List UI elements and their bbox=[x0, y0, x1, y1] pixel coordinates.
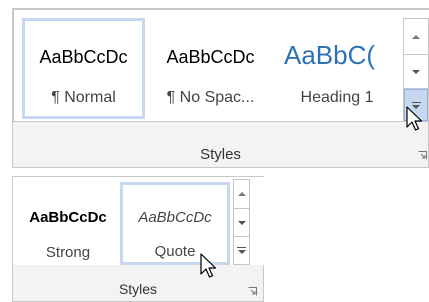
dialog-launcher-icon[interactable] bbox=[418, 151, 427, 160]
scroll-up-button-small[interactable] bbox=[234, 180, 249, 209]
style-tile-normal[interactable]: AaBbCcDc ¶ Normal bbox=[22, 18, 145, 119]
mouse-pointer-icon bbox=[406, 106, 423, 131]
styles-group-large: AaBbCcDc ¶ Normal AaBbCcDc ¶ No Spac... … bbox=[12, 8, 429, 168]
chevron-down-icon bbox=[412, 69, 420, 74]
group-label-styles-large: Styles bbox=[200, 146, 241, 163]
style-sample-quote: AaBbCcDc bbox=[138, 209, 212, 226]
scroll-down-button-small[interactable] bbox=[234, 209, 249, 237]
chevron-up-icon bbox=[412, 34, 420, 39]
styles-gallery-small: AaBbCcDc Strong AaBbCcDc Quote bbox=[13, 177, 265, 265]
scroll-up-button-large[interactable] bbox=[404, 19, 428, 55]
gallery-scrollbar-small bbox=[233, 179, 250, 265]
styles-group-small: AaBbCcDc Strong AaBbCcDc Quote Styles bbox=[12, 176, 265, 302]
chevron-down-icon bbox=[237, 220, 246, 225]
more-styles-button-small[interactable] bbox=[234, 237, 249, 264]
group-label-styles-small: Styles bbox=[118, 281, 158, 297]
style-sample-no-spacing: AaBbCcDc bbox=[166, 47, 255, 67]
style-sample-heading-1: AaBbC( bbox=[284, 40, 376, 70]
style-name-strong: Strong bbox=[45, 244, 91, 261]
style-sample-strong: AaBbCcDc bbox=[29, 209, 107, 226]
chevron-up-icon bbox=[237, 192, 246, 196]
style-tile-no-spacing[interactable]: AaBbCcDc ¶ No Spac... bbox=[148, 18, 273, 119]
style-name-no-spacing: ¶ No Spac... bbox=[166, 89, 255, 106]
dialog-launcher-icon[interactable] bbox=[248, 287, 257, 296]
styles-gallery-large: AaBbCcDc ¶ Normal AaBbCcDc ¶ No Spac... … bbox=[13, 9, 429, 122]
mouse-pointer-icon bbox=[200, 253, 217, 278]
style-name-heading-1: Heading 1 bbox=[300, 89, 374, 106]
style-tile-heading-1[interactable]: AaBbC( Heading 1 bbox=[276, 18, 398, 119]
scroll-down-button-large[interactable] bbox=[404, 55, 428, 89]
style-tile-strong[interactable]: AaBbCcDc Strong bbox=[16, 181, 120, 265]
style-name-normal: ¶ Normal bbox=[51, 89, 116, 106]
style-sample-normal: AaBbCcDc bbox=[39, 47, 128, 67]
more-icon bbox=[237, 247, 246, 254]
